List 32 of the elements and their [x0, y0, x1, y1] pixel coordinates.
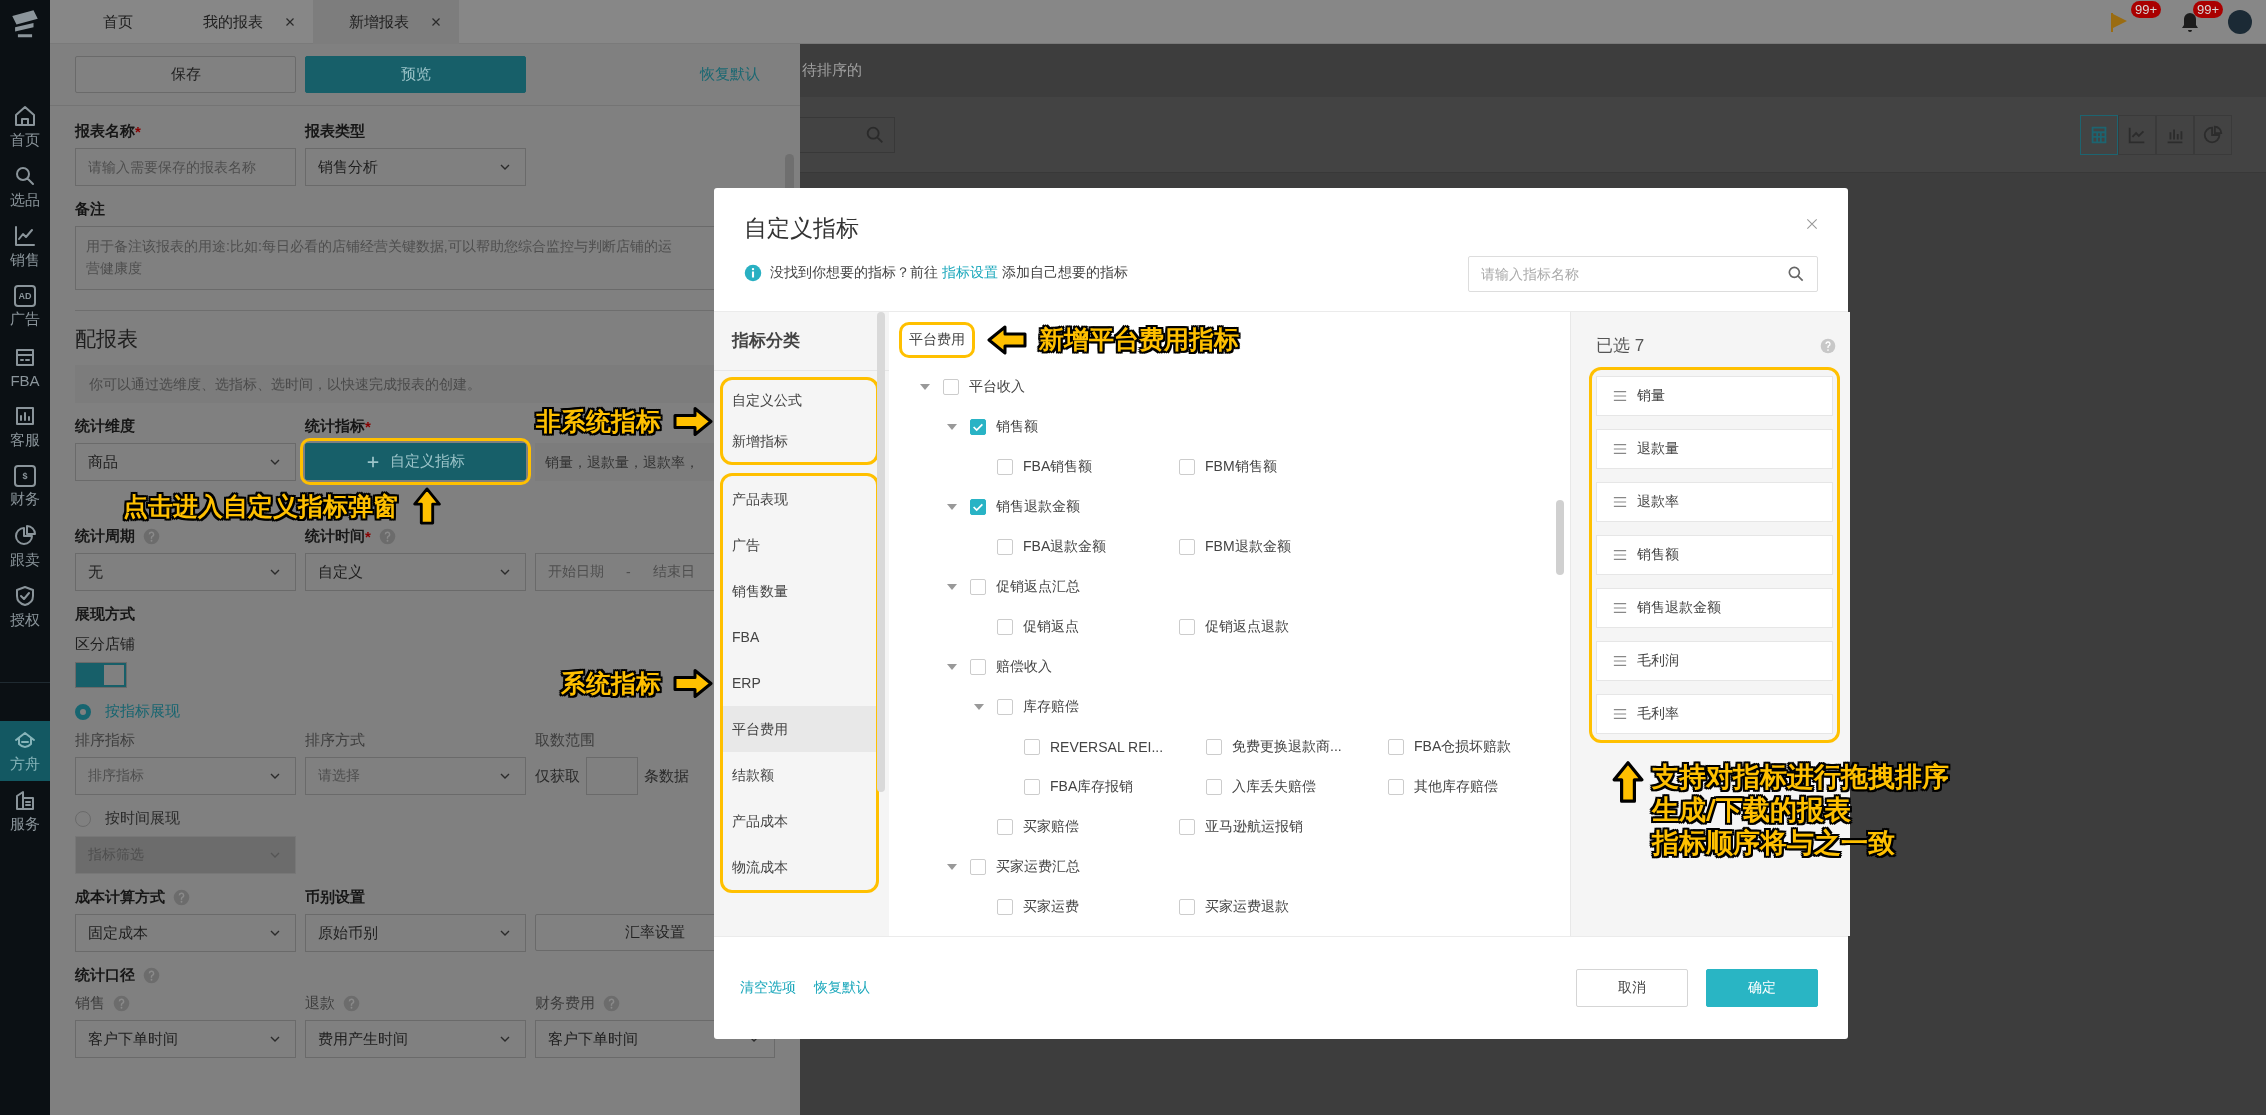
badge-icon: AD	[14, 285, 36, 307]
range-prefix: 仅获取	[535, 766, 580, 786]
field-label: 报表名称*	[75, 120, 141, 142]
group-heading: 平台费用	[899, 321, 975, 358]
field-label: 报表类型	[305, 120, 365, 141]
field-label: 展现方式	[75, 603, 135, 624]
count-badge: 99+	[2193, 0, 2224, 18]
column-text: 待排序的	[802, 61, 862, 80]
field-label: 统计周期	[75, 525, 160, 547]
field-label: 销售	[75, 992, 130, 1014]
field-label: 财务费用	[535, 992, 620, 1014]
field-label: 统计指标*	[305, 415, 371, 437]
badge-icon: $	[14, 465, 36, 487]
field-label: 排序指标	[75, 729, 135, 750]
field-label: 统计时间*	[305, 525, 396, 547]
annotation-text: 系统指标	[561, 667, 661, 700]
count-badge: 99+	[2131, 0, 2162, 18]
field-label: 备注	[75, 198, 105, 219]
annotation-text: 点击进入自定义指标弹窗	[123, 490, 398, 523]
field-label: 退款	[305, 992, 360, 1014]
panel-title: 已选 7	[1596, 335, 1645, 357]
range-suffix: 条数据	[644, 766, 689, 786]
field-label: 成本计算方式	[75, 886, 190, 908]
field-label: 取数范围	[535, 729, 595, 750]
field-label: 币别设置	[305, 886, 365, 907]
option-label: 区分店铺	[75, 635, 135, 654]
field-label: 排序方式	[305, 729, 365, 750]
annotation-text: 非系统指标	[536, 405, 661, 438]
field-label: 统计口径	[75, 964, 160, 986]
annotation-text: 新增平台费用指标	[1039, 324, 1239, 356]
section-title: 配报表	[75, 326, 138, 352]
field-label: 统计维度	[75, 415, 135, 436]
